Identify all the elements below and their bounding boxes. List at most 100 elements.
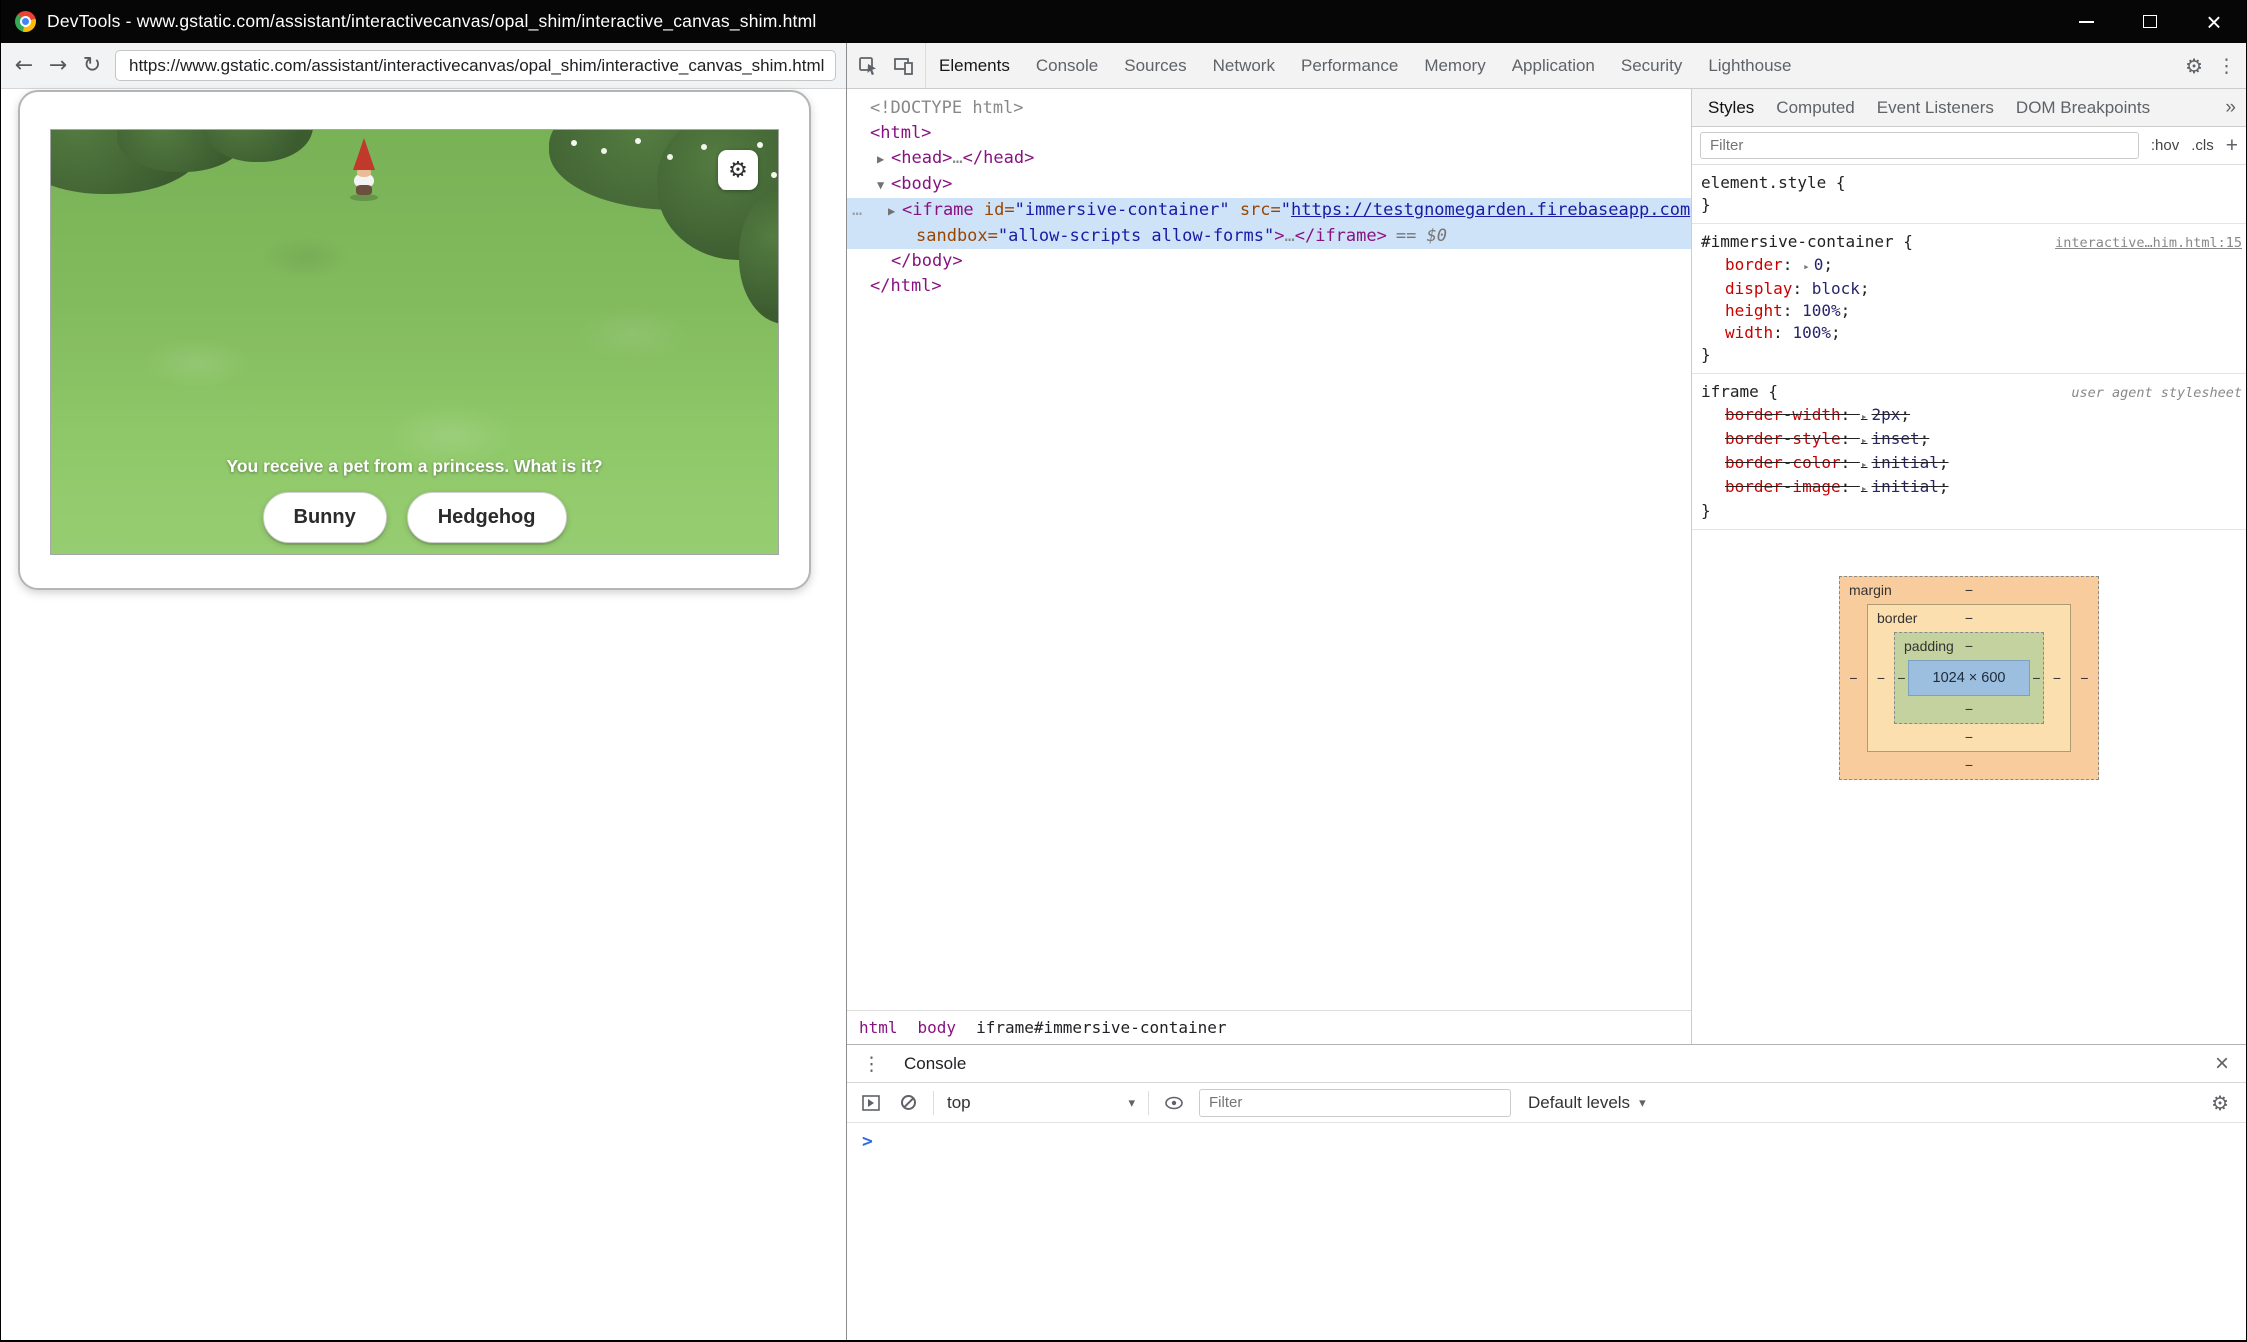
tab-security[interactable]: Security [1608,43,1695,88]
styles-tab-bar: Styles Computed Event Listeners DOM Brea… [1692,89,2246,127]
expand-shorthand-icon[interactable]: ▸ [1860,410,1872,423]
new-style-rule-button[interactable]: + [2226,134,2238,158]
console-settings-button[interactable]: ⚙ [2211,1091,2246,1115]
console-log-area[interactable]: > [847,1123,2246,1340]
iframe-src-link[interactable]: https://testgnomegarden.firebaseapp.com [1291,200,1690,220]
immersive-container-rule[interactable]: #immersive-container {interactive…him.ht… [1692,224,2246,374]
expand-shorthand-icon[interactable]: ▸ [1802,260,1814,273]
execution-context-selector[interactable]: top▾ [947,1093,1135,1113]
chevron-down-icon: ▾ [1128,1095,1135,1111]
device-toolbar-button[interactable] [886,43,922,88]
tab-memory[interactable]: Memory [1411,43,1498,88]
dom-iframe-line-2[interactable]: sandbox="allow-scripts allow-forms">…</i… [847,224,1691,249]
box-model-padding: padding− − 1024 × 600 − − [1894,632,2044,724]
flowers [571,140,577,146]
more-tabs-button[interactable]: » [2215,97,2246,119]
expand-shorthand-icon[interactable]: ▸ [1860,434,1872,447]
address-bar[interactable]: https://www.gstatic.com/assistant/intera… [115,50,836,81]
breadcrumb-body[interactable]: body [918,1018,957,1037]
twisty-expanded-icon[interactable]: ▼ [877,173,891,198]
dom-iframe-line-1[interactable]: ▶<iframe id="immersive-container" src="h… [847,198,1691,224]
tab-computed[interactable]: Computed [1765,89,1865,126]
toggle-hover-state-button[interactable]: :hov [2151,137,2179,154]
css-declaration[interactable]: width: 100%; [1701,322,2242,344]
console-sidebar-button[interactable] [859,1095,883,1111]
devtools-menu-button[interactable]: ⋮ [2217,55,2236,77]
maximize-button[interactable] [2118,0,2182,43]
hedgehog-button[interactable]: Hedgehog [407,492,567,543]
dom-doctype[interactable]: <!DOCTYPE html> [847,96,1691,121]
css-declaration[interactable]: display: block; [1701,278,2242,300]
gear-icon: ⚙ [728,158,748,183]
css-declaration-overridden[interactable]: border-color: ▸initial; [1701,452,2242,476]
minimize-button[interactable] [2054,0,2118,43]
styles-filter-input[interactable] [1700,132,2139,159]
clear-console-icon [901,1095,916,1110]
tab-sources[interactable]: Sources [1111,43,1199,88]
box-model-content: 1024 × 600 [1908,660,2030,696]
breadcrumb-html[interactable]: html [859,1018,898,1037]
game-settings-button[interactable]: ⚙ [718,150,758,190]
css-declaration-overridden[interactable]: border-style: ▸inset; [1701,428,2242,452]
tablet-frame: ⚙ You receive a pet from a princess. Wha… [18,90,811,590]
twisty-collapsed-icon[interactable]: ▶ [877,147,891,172]
eye-icon [1164,1096,1184,1110]
console-sidebar-icon [862,1095,880,1111]
window-controls: × [2054,0,2246,43]
iframe-ua-rule[interactable]: iframe {user agent stylesheet border-wid… [1692,374,2246,530]
clear-console-button[interactable] [896,1095,920,1110]
inspect-element-button[interactable] [850,43,886,88]
dom-body-open[interactable]: ▼<body> [847,172,1691,198]
inspect-cursor-icon [858,56,878,76]
browser-pane: ← → ↻ https://www.gstatic.com/assistant/… [1,43,847,1340]
css-declaration[interactable]: height: 100%; [1701,300,2242,322]
row-overflow-dots-icon[interactable]: … [852,198,862,223]
dom-body-close[interactable]: </body> [847,249,1691,274]
css-declaration-overridden[interactable]: border-width: ▸2px; [1701,404,2242,428]
console-prompt-chevron[interactable]: > [862,1131,873,1152]
stylesheet-source-link[interactable]: interactive…him.html:15 [2047,232,2242,254]
console-filter-input[interactable] [1199,1089,1511,1117]
devtools-tab-bar: Elements Console Sources Network Perform… [847,43,2246,89]
tab-styles[interactable]: Styles [1697,89,1765,126]
styles-rules: element.style { } #immersive-container {… [1692,165,2246,1044]
breadcrumb-iframe[interactable]: iframe#immersive-container [976,1018,1226,1037]
title-bar: DevTools - www.gstatic.com/assistant/int… [1,0,2246,43]
log-levels-dropdown[interactable]: Default levels▾ [1528,1093,1646,1113]
dom-html-open[interactable]: <html> [847,121,1691,146]
tab-console[interactable]: Console [1023,43,1111,88]
back-button[interactable]: ← [7,49,41,83]
tab-performance[interactable]: Performance [1288,43,1411,88]
close-icon: × [2206,9,2221,35]
tab-network[interactable]: Network [1200,43,1288,88]
dom-html-close[interactable]: </html> [847,274,1691,299]
reload-button[interactable]: ↻ [75,49,109,83]
tab-event-listeners[interactable]: Event Listeners [1866,89,2005,126]
dom-iframe-selected-row[interactable]: … ▶<iframe id="immersive-container" src=… [847,198,1691,249]
forward-button[interactable]: → [41,49,75,83]
tab-dom-breakpoints[interactable]: DOM Breakpoints [2005,89,2161,126]
selected-node-marker: == $0 [1396,226,1447,246]
drawer-close-button[interactable]: × [2198,1050,2246,1078]
css-declaration-overridden[interactable]: border-image: ▸initial; [1701,476,2242,500]
tab-lighthouse[interactable]: Lighthouse [1695,43,1804,88]
dom-head[interactable]: ▶<head>…</head> [847,146,1691,172]
expand-shorthand-icon[interactable]: ▸ [1860,482,1872,495]
tab-elements[interactable]: Elements [926,43,1023,88]
tab-application[interactable]: Application [1499,43,1608,88]
live-expression-button[interactable] [1162,1096,1186,1110]
dom-tree: <!DOCTYPE html> <html> ▶<head>…</head> ▼… [847,89,1691,1010]
drawer-menu-icon[interactable]: ⋮ [847,1053,894,1075]
element-style-rule[interactable]: element.style { } [1692,165,2246,224]
drawer-tab-console[interactable]: Console [894,1045,976,1082]
twisty-collapsed-icon[interactable]: ▶ [888,199,902,224]
devtools-settings-button[interactable]: ⚙ [2185,54,2203,78]
close-button[interactable]: × [2182,0,2246,43]
gnome-hat [353,138,375,170]
device-toolbar-icon [894,57,914,75]
toggle-class-button[interactable]: .cls [2191,137,2214,154]
css-declaration[interactable]: border: ▸0; [1701,254,2242,278]
expand-shorthand-icon[interactable]: ▸ [1860,458,1872,471]
bunny-button[interactable]: Bunny [263,492,387,543]
box-model-margin: margin− − border− − padding− [1839,576,2099,780]
